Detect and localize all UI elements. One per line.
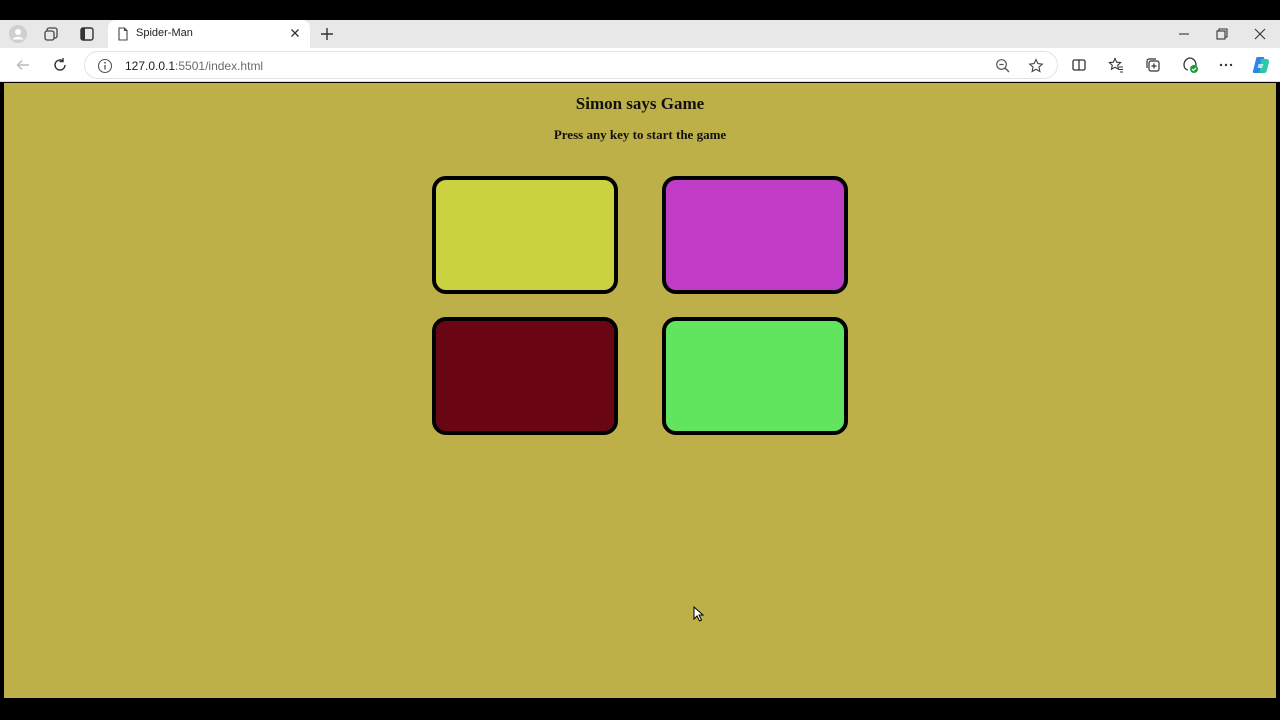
refresh-icon (54, 58, 66, 71)
info-icon[interactable] (97, 58, 113, 74)
tab-actions-icon[interactable] (77, 24, 97, 44)
minimize-icon[interactable] (1175, 25, 1193, 43)
url-text[interactable]: 127.0.0.1:5501/index.html (125, 59, 263, 73)
copilot-button[interactable] (1251, 55, 1271, 75)
copilot-icon (1252, 57, 1270, 73)
restore-icon[interactable] (1213, 25, 1231, 43)
simon-red-button[interactable] (432, 317, 618, 435)
url-path: :5501/index.html (175, 59, 264, 73)
simon-purple-button[interactable] (662, 176, 848, 294)
favorites-button[interactable] (1106, 55, 1126, 75)
tab-spider-man[interactable]: Spider-Man (108, 20, 310, 48)
page-content: Simon says Game Press any key to start t… (4, 83, 1276, 698)
refresh-button[interactable] (50, 55, 70, 75)
collections-button[interactable] (1143, 55, 1163, 75)
screen-top-border (0, 0, 1280, 20)
favorites-icon (1108, 57, 1123, 73)
tab-title: Spider-Man (136, 27, 193, 39)
mouse-cursor-icon (693, 606, 705, 622)
close-icon[interactable] (288, 26, 302, 40)
more-button[interactable] (1216, 55, 1236, 75)
split-screen-icon (1072, 59, 1086, 71)
screen-bottom-border (0, 699, 1280, 720)
page-icon (118, 27, 128, 41)
back-arrow-icon (16, 60, 29, 70)
tab-strip: Spider-Man (0, 20, 1280, 48)
profile-icon[interactable] (8, 24, 28, 44)
start-instruction: Press any key to start the game (553, 127, 727, 142)
simon-yellow-button[interactable] (432, 176, 618, 294)
extensions-button[interactable] (1180, 55, 1200, 75)
collections-icon (1146, 58, 1160, 72)
zoom-out-icon[interactable] (995, 58, 1011, 74)
back-button[interactable] (13, 55, 33, 75)
extensions-icon (1183, 57, 1198, 73)
browser-toolbar: 127.0.0.1:5501/index.html (0, 48, 1280, 82)
url-host: 127.0.0.1 (125, 59, 176, 73)
page-title: Simon says Game (575, 94, 705, 113)
simon-green-button[interactable] (662, 317, 848, 435)
window-close-icon[interactable] (1251, 25, 1269, 43)
more-icon (1219, 63, 1233, 67)
split-screen-button[interactable] (1069, 55, 1089, 75)
star-icon[interactable] (1028, 58, 1044, 74)
address-bar[interactable]: 127.0.0.1:5501/index.html (84, 51, 1058, 79)
plus-icon[interactable] (318, 25, 336, 43)
workspaces-icon[interactable] (42, 24, 62, 44)
